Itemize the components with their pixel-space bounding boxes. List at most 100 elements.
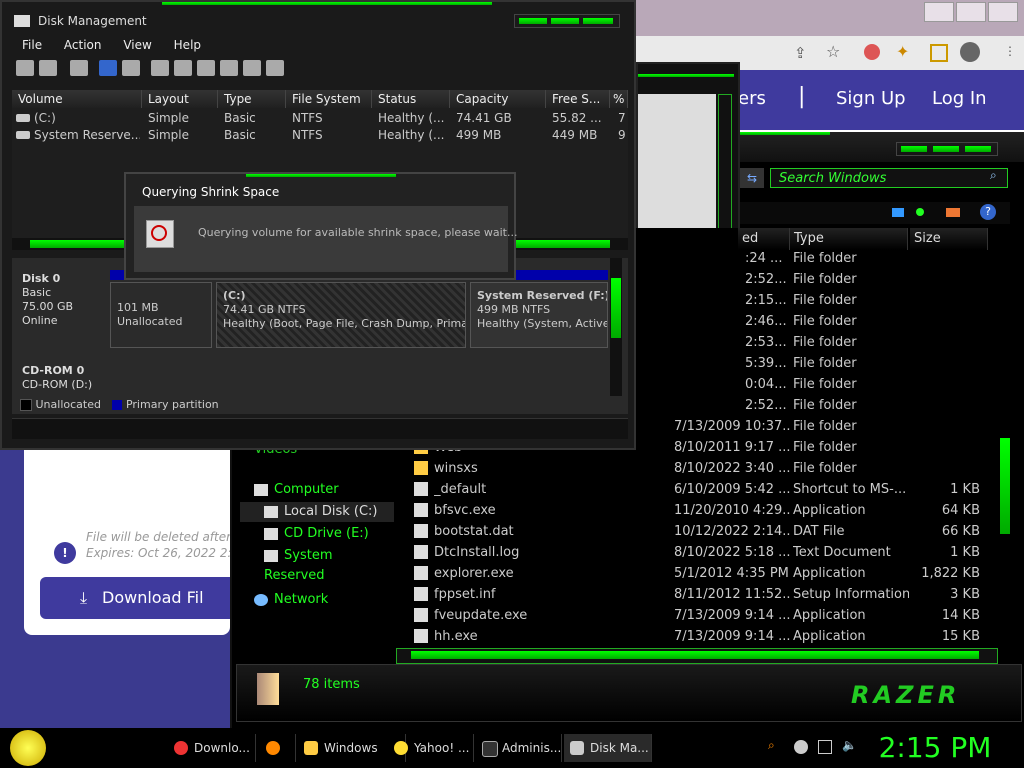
maximize-icon[interactable] (933, 146, 959, 152)
sidebar-item-system-reserved[interactable]: System Reserved (264, 546, 394, 583)
close-icon[interactable] (988, 2, 1018, 22)
sidebar-icon[interactable] (930, 44, 948, 62)
volume-icon[interactable]: 🔈 (842, 738, 857, 752)
back-icon[interactable] (16, 60, 34, 76)
clock[interactable]: 2:15 PM (870, 730, 1000, 766)
partition-system-reserved[interactable]: System Reserved (F:) 499 MB NTFS Healthy… (470, 282, 608, 348)
sidebar-item-cd-drive[interactable]: CD Drive (E:) (264, 524, 369, 544)
dialog-body: Querying volume for available shrink spa… (134, 206, 517, 272)
refresh-icon[interactable]: ⇆ (740, 168, 764, 188)
list-item[interactable]: bfsvc.exe 11/20/2010 4:29... Application 64… (400, 500, 998, 521)
sidebar-item-network[interactable]: Network (254, 590, 328, 610)
preview-icon[interactable] (916, 208, 924, 216)
sidebar-item-computer[interactable]: Computer (254, 480, 339, 500)
graph-scrollbar[interactable] (610, 258, 622, 396)
tray-icon[interactable] (794, 740, 808, 754)
sign-up-link[interactable]: Sign Up (836, 88, 906, 109)
column-status[interactable]: Status (372, 90, 450, 108)
avatar[interactable] (960, 42, 980, 62)
task-yahoo[interactable]: Yahoo! ... (388, 734, 474, 762)
column-free-space[interactable]: Free S... (546, 90, 610, 108)
maximize-icon[interactable] (551, 18, 579, 24)
explore-icon[interactable] (243, 60, 261, 76)
window-controls[interactable] (514, 14, 620, 28)
item-date: 5/1/2012 4:35 PM (674, 566, 789, 581)
list-item[interactable]: hh.exe 7/13/2009 9:14 ... Application 15 KB (400, 626, 998, 647)
column-size[interactable]: Size (910, 228, 988, 250)
column-capacity[interactable]: Capacity (450, 90, 546, 108)
list-item[interactable]: winsxs 8/10/2022 3:40 ... File folder (400, 458, 998, 479)
delete-icon[interactable] (174, 60, 192, 76)
volume-row[interactable]: System Reserve... Simple Basic NTFS Healthy … (12, 127, 628, 144)
column-volume[interactable]: Volume (12, 90, 142, 108)
column-type[interactable]: Type (790, 228, 908, 250)
close-icon[interactable] (965, 146, 991, 152)
list-item[interactable]: _default 6/10/2009 5:42 ... Shortcut to MS… (400, 479, 998, 500)
refresh-icon[interactable] (151, 60, 169, 76)
check-icon[interactable] (197, 60, 215, 76)
legend-primary: Primary partition (125, 398, 219, 411)
task-disk-management[interactable]: Disk Ma... (564, 734, 652, 762)
list-item[interactable]: explorer.exe 5/1/2012 4:35 PM Application 1… (400, 563, 998, 584)
minimize-icon[interactable] (901, 146, 927, 152)
open-icon[interactable] (220, 60, 238, 76)
task-firefox[interactable] (260, 734, 296, 762)
list-item[interactable]: DtcInstall.log 8/10/2022 5:18 ... Text Doc… (400, 542, 998, 563)
list-item[interactable]: fveupdate.exe 7/13/2009 9:14 ... Applicati… (400, 605, 998, 626)
puzzle-icon[interactable]: ✦ (896, 42, 909, 61)
column-date[interactable]: ed (738, 228, 790, 250)
menu-action[interactable]: Action (64, 38, 102, 52)
folder-icon[interactable] (946, 208, 960, 217)
log-in-link[interactable]: Log In (932, 88, 987, 109)
horizontal-scrollbar[interactable] (396, 648, 998, 664)
search-input[interactable]: Search Windows (770, 168, 1008, 188)
search-icon[interactable]: ⌕ (768, 738, 775, 753)
properties-icon[interactable] (122, 60, 140, 76)
minimize-icon[interactable] (519, 18, 547, 24)
help-icon[interactable] (99, 60, 117, 76)
nav-partial[interactable]: ers (738, 88, 766, 109)
disk-0-info[interactable]: Disk 0 Basic 75.00 GB Online (22, 272, 73, 328)
column-percent[interactable]: % (610, 90, 628, 108)
star-icon[interactable]: ☆ (826, 42, 840, 61)
minimize-icon[interactable] (924, 2, 954, 22)
forward-icon[interactable] (39, 60, 57, 76)
menu-file[interactable]: File (22, 38, 42, 52)
settings-icon[interactable] (266, 60, 284, 76)
view-icon[interactable] (892, 208, 904, 217)
volume-row[interactable]: (C:) Simple Basic NTFS Healthy (... 74.41 GB 5… (12, 110, 628, 127)
scroll-thumb[interactable] (411, 651, 979, 659)
menu-icon[interactable]: ⋮ (1004, 44, 1016, 58)
task-browser[interactable]: Downlo... (168, 734, 256, 762)
network-icon[interactable] (818, 740, 832, 754)
column-layout[interactable]: Layout (142, 90, 218, 108)
window-controls[interactable] (922, 2, 1018, 25)
scroll-thumb[interactable] (1000, 438, 1010, 534)
download-button[interactable]: Download Fil ⤓ (40, 577, 230, 619)
share-icon[interactable]: ⇪ (794, 44, 807, 62)
console-icon[interactable] (70, 60, 88, 76)
vertical-scrollbar[interactable] (1000, 250, 1012, 648)
restore-icon[interactable] (956, 2, 986, 22)
list-item[interactable]: bootstat.dat 10/12/2022 2:14... DAT File 66… (400, 521, 998, 542)
sidebar-item-local-disk[interactable]: Local Disk (C:) (240, 502, 394, 522)
task-admin[interactable]: Adminis... (476, 734, 562, 762)
close-icon[interactable] (583, 18, 613, 24)
item-date: 2:53... (745, 335, 787, 350)
column-type[interactable]: Type (218, 90, 286, 108)
menu-view[interactable]: View (123, 38, 151, 52)
column-file-system[interactable]: File System (286, 90, 372, 108)
item-date: 8/11/2012 11:52... (674, 587, 790, 602)
extension-icon[interactable] (864, 44, 880, 60)
partition-unallocated[interactable]: 101 MB Unallocated (110, 282, 212, 348)
window-controls[interactable] (896, 142, 998, 156)
partition-c[interactable]: (C:) 74.41 GB NTFS Healthy (Boot, Page F… (216, 282, 466, 348)
search-icon[interactable]: ⌕ (990, 168, 997, 183)
cell-type: Basic (224, 128, 256, 142)
list-item[interactable]: fppset.inf 8/11/2012 11:52... Setup Inform… (400, 584, 998, 605)
help-icon[interactable]: ? (980, 204, 996, 220)
scroll-thumb[interactable] (611, 278, 621, 338)
cdrom-info[interactable]: CD-ROM 0 CD-ROM (D:) (22, 364, 92, 392)
menu-help[interactable]: Help (174, 38, 201, 52)
start-button[interactable] (10, 730, 46, 766)
